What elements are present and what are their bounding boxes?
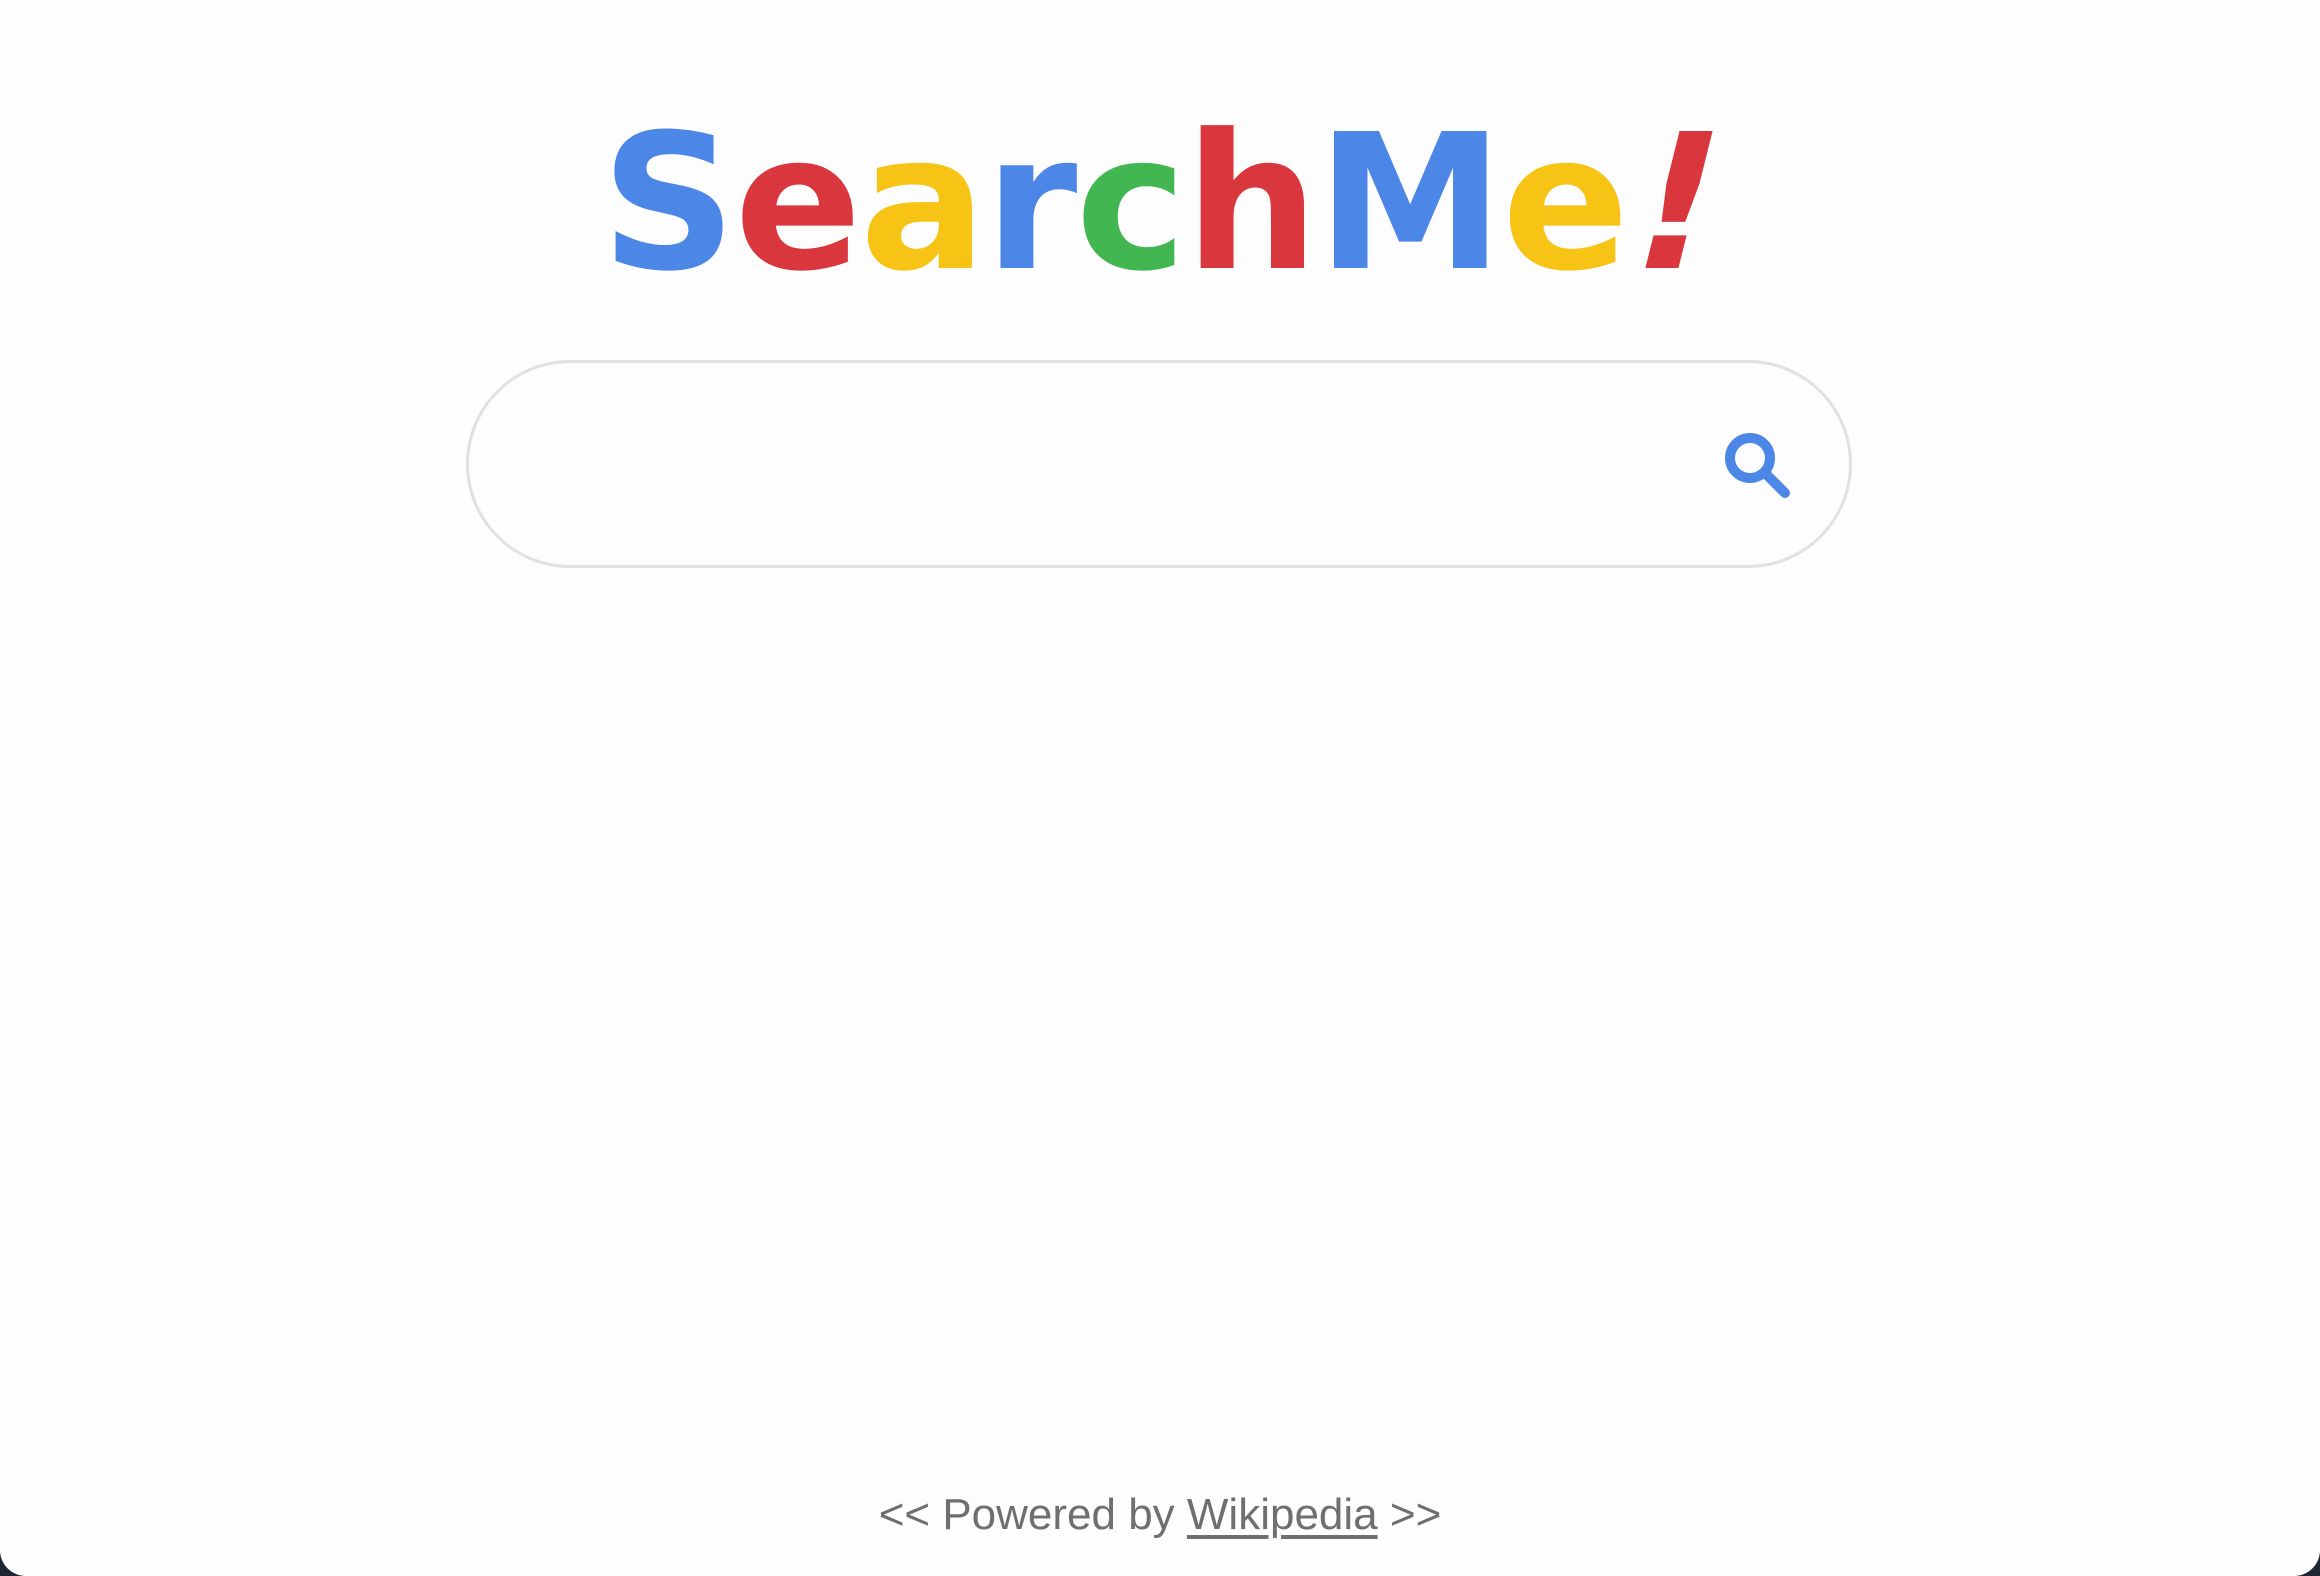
logo-letter: ! bbox=[1608, 94, 1747, 313]
footer-suffix: >> bbox=[1377, 1490, 1442, 1539]
logo-letter: a bbox=[859, 94, 987, 313]
logo-letter: c bbox=[1075, 94, 1186, 313]
logo-letter: e bbox=[1501, 94, 1630, 313]
search-input[interactable] bbox=[549, 413, 1653, 515]
footer-prefix: << Powered by bbox=[878, 1490, 1187, 1539]
wikipedia-link[interactable]: Wikipedia bbox=[1187, 1490, 1378, 1539]
page: SearchMe! << Powered by Wikipedia >> bbox=[0, 0, 2320, 1576]
logo-letter: r bbox=[984, 94, 1078, 313]
logo-letter: e bbox=[734, 94, 862, 313]
searchme-logo: SearchMe! bbox=[0, 94, 2320, 313]
logo-letter: h bbox=[1184, 94, 1319, 313]
logo-letter: M bbox=[1316, 94, 1504, 313]
search-button[interactable] bbox=[1719, 427, 1799, 507]
footer: << Powered by Wikipedia >> bbox=[0, 1490, 2320, 1540]
logo-letter: S bbox=[600, 94, 736, 313]
search-box bbox=[466, 360, 1852, 568]
search-icon bbox=[1725, 433, 1790, 498]
